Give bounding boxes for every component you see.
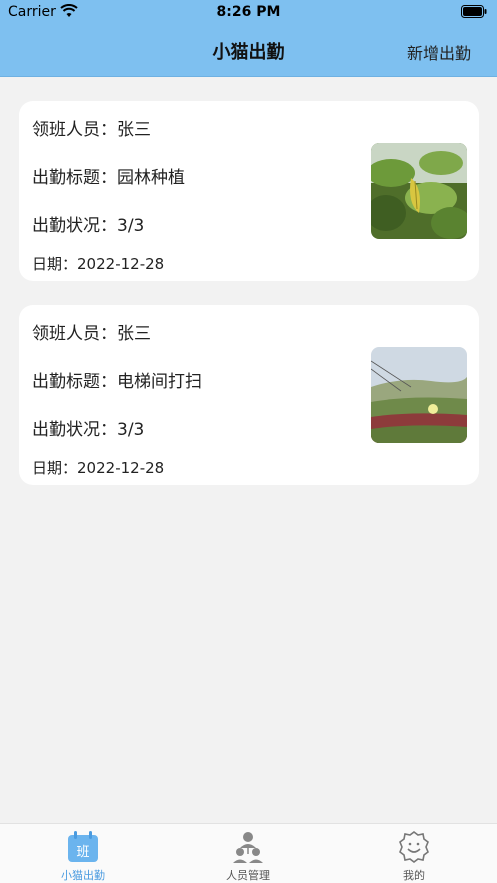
attendance-card[interactable]: 领班人员：张三 出勤标题：电梯间打扫 出勤状况：3/3 日期：2022-12-2… <box>19 305 479 485</box>
profile-gear-icon <box>399 831 429 863</box>
leaf-photo <box>371 143 467 239</box>
status-value: 3/3 <box>117 420 145 440</box>
date-value: 2022-12-28 <box>77 459 165 477</box>
tab-bar: 班 小猫出勤 人员管理 我的 <box>0 823 497 883</box>
status-bar: Carrier 8:26 PM <box>0 0 497 26</box>
status-row: 出勤状况：3/3 <box>32 211 144 236</box>
meadow-photo <box>371 347 467 443</box>
tab-label: 人员管理 <box>226 869 270 882</box>
status-label: 出勤状况： <box>32 420 117 440</box>
add-attendance-button[interactable]: 新增出勤 <box>407 40 471 64</box>
leader-value: 张三 <box>117 324 151 344</box>
title-label: 出勤标题： <box>32 372 117 392</box>
people-icon <box>233 832 263 863</box>
title-row: 出勤标题：园林种植 <box>32 163 185 188</box>
title-value: 园林种植 <box>117 168 185 188</box>
tab-attendance[interactable]: 班 小猫出勤 <box>23 830 143 883</box>
leader-row: 领班人员：张三 <box>32 115 151 140</box>
attendance-card[interactable]: 领班人员：张三 出勤标题：园林种植 出勤状况：3/3 日期：2022-12-28 <box>19 101 479 281</box>
date-label: 日期： <box>32 255 78 273</box>
tab-mine[interactable]: 我的 <box>354 830 474 883</box>
status-value: 3/3 <box>117 216 145 236</box>
calendar-icon: 班 <box>68 831 98 862</box>
date-label: 日期： <box>32 459 78 477</box>
tab-people[interactable]: 人员管理 <box>188 830 308 883</box>
date-row: 日期：2022-12-28 <box>32 457 164 478</box>
status-row: 出勤状况：3/3 <box>32 415 144 440</box>
leader-label: 领班人员： <box>32 120 117 140</box>
leader-row: 领班人员：张三 <box>32 319 151 344</box>
svg-text:班: 班 <box>76 845 89 860</box>
status-label: 出勤状况： <box>32 216 117 236</box>
battery-icon <box>461 5 487 18</box>
date-value: 2022-12-28 <box>77 255 165 273</box>
tab-label: 我的 <box>403 869 425 882</box>
date-row: 日期：2022-12-28 <box>32 253 164 274</box>
title-label: 出勤标题： <box>32 168 117 188</box>
title-row: 出勤标题：电梯间打扫 <box>32 367 202 392</box>
header-bar: Carrier 8:26 PM 小猫出勤 新增出勤 <box>0 0 497 77</box>
leader-label: 领班人员： <box>32 324 117 344</box>
leader-value: 张三 <box>117 120 151 140</box>
title-value: 电梯间打扫 <box>117 372 202 392</box>
status-time: 8:26 PM <box>216 4 281 20</box>
tab-label: 小猫出勤 <box>61 869 105 882</box>
